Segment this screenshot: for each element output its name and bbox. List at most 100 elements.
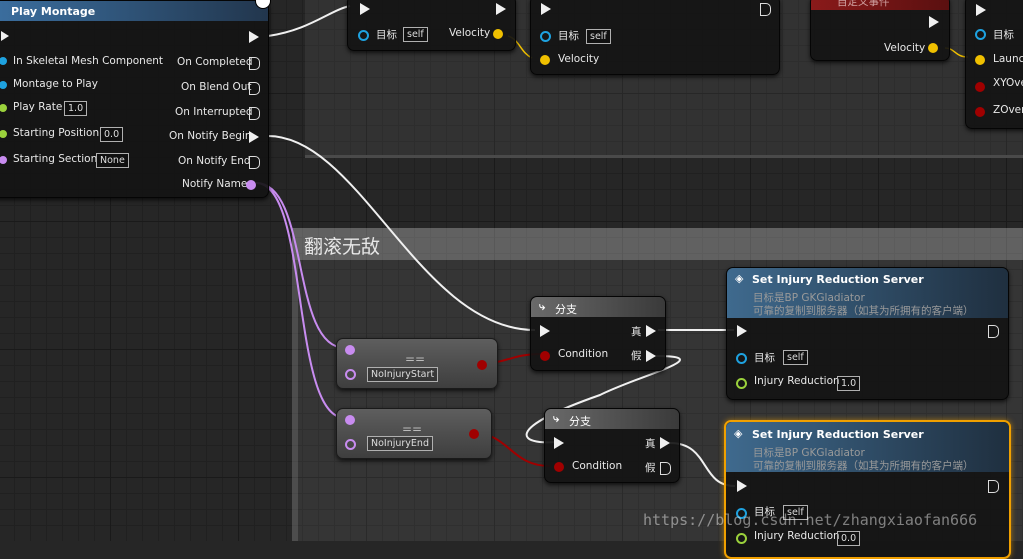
injury-reduction-field[interactable]: 0.0 (837, 531, 861, 546)
branch-icon: ⤷ (553, 412, 560, 425)
branch-node[interactable]: ⤷ 分支 真 Condition 假 (530, 296, 666, 371)
target-field[interactable]: self (783, 350, 808, 365)
exec-out-pin[interactable] (249, 107, 260, 120)
launch-character-node[interactable]: 目标 Launch XYOverr ZOverr (965, 0, 1023, 129)
node-replication-note: 可靠的复制到服务器（如其为所拥有的客户端） (753, 305, 974, 317)
name-wire (255, 182, 346, 349)
on-blend-out-label: On Blend Out (181, 81, 252, 93)
custom-event-node[interactable]: 自定义事件 Velocity (810, 0, 950, 61)
target-label: 目标 (558, 30, 579, 42)
bool-pin[interactable] (540, 351, 550, 361)
node-title: Set Injury Reduction Server (752, 428, 924, 441)
object-pin[interactable] (0, 81, 7, 89)
target-label: 目标 (754, 352, 775, 364)
exec-in-pin[interactable] (976, 4, 986, 16)
set-injury-reduction-node[interactable]: ◈ Set Injury Reduction Server 目标是BP GKGl… (726, 267, 1009, 400)
name-pin[interactable] (246, 180, 256, 190)
bool-pin[interactable] (975, 82, 985, 92)
name-pin[interactable] (345, 345, 355, 355)
float-pin[interactable] (736, 378, 747, 389)
name-field[interactable]: NoInjuryStart (367, 367, 439, 382)
exec-out-pin[interactable] (249, 131, 259, 143)
vector-pin[interactable] (540, 55, 550, 65)
exec-in-pin[interactable] (360, 3, 370, 15)
float-pin[interactable] (736, 533, 747, 544)
vector-pin[interactable] (975, 55, 985, 65)
name-pin[interactable] (345, 369, 356, 380)
name-pin[interactable] (345, 439, 356, 450)
exec-in-pin[interactable] (554, 437, 564, 449)
play-rate-field[interactable]: 1.0 (64, 101, 88, 116)
node-title: Set Injury Reduction Server (752, 273, 924, 286)
target-field[interactable]: self (403, 27, 428, 42)
false-exec-pin[interactable] (660, 462, 671, 475)
exec-out-pin[interactable] (249, 156, 260, 169)
vector-pin[interactable] (493, 29, 503, 39)
node-title: 分支 (569, 415, 591, 428)
injury-reduction-label: Injury Reduction (754, 375, 840, 387)
target-label: 目标 (993, 29, 1014, 41)
exec-out-pin[interactable] (988, 480, 999, 493)
equal-symbol: == (405, 352, 426, 366)
float-pin[interactable] (0, 104, 7, 112)
branch-icon: ⤷ (539, 300, 546, 313)
name-pin[interactable] (0, 156, 7, 164)
true-exec-pin[interactable] (660, 437, 670, 449)
exec-in-pin[interactable] (737, 480, 747, 492)
vector-pin[interactable] (928, 43, 938, 53)
exec-in-pin[interactable] (1, 31, 9, 41)
name-field[interactable]: NoInjuryEnd (367, 436, 433, 451)
exec-out-pin[interactable] (249, 57, 260, 70)
object-pin[interactable] (358, 30, 369, 41)
xy-override-label: XYOverr (993, 77, 1023, 89)
name-pin[interactable] (345, 415, 355, 425)
exec-out-pin[interactable] (249, 82, 260, 95)
on-completed-label: On Completed (177, 56, 253, 68)
exec-out-pin[interactable] (988, 325, 999, 338)
equal-symbol: == (402, 422, 423, 436)
launch-velocity-label: Launch (993, 53, 1023, 65)
equal-name-node[interactable]: == NoInjuryStart (336, 338, 498, 389)
exec-out-pin[interactable] (760, 3, 771, 16)
object-pin[interactable] (540, 31, 551, 42)
montage-to-play-label: Montage to Play (13, 78, 98, 90)
starting-position-label: Starting Position (13, 127, 100, 139)
object-pin[interactable] (736, 353, 747, 364)
injury-reduction-label: Injury Reduction (754, 530, 840, 542)
exec-out-pin[interactable] (249, 31, 259, 43)
equal-name-node[interactable]: == NoInjuryEnd (336, 408, 492, 459)
velocity-label: Velocity (884, 42, 926, 54)
true-label: 真 (645, 438, 656, 450)
bool-out-pin[interactable] (477, 360, 487, 370)
exec-out-pin[interactable] (496, 3, 506, 15)
exec-out-pin[interactable] (929, 16, 939, 28)
bool-out-pin[interactable] (469, 429, 479, 439)
z-override-label: ZOverr (993, 104, 1023, 116)
target-field[interactable]: self (586, 29, 611, 44)
play-montage-node[interactable]: Play Montage In Skeletal Mesh Component … (0, 0, 271, 198)
injury-reduction-field[interactable]: 1.0 (837, 376, 861, 391)
node-header (531, 297, 665, 317)
branch-node[interactable]: ⤷ 分支 真 Condition 假 (544, 408, 680, 483)
set-injury-reduction-node-selected[interactable]: ◈ Set Injury Reduction Server 目标是BP GKGl… (724, 420, 1011, 559)
starting-position-field[interactable]: 0.0 (100, 127, 124, 142)
float-pin[interactable] (0, 130, 7, 138)
condition-label: Condition (558, 348, 609, 360)
object-pin[interactable] (0, 57, 7, 65)
bool-pin[interactable] (975, 107, 985, 117)
starting-section-label: Starting Section (13, 153, 98, 165)
velocity-label: Velocity (558, 53, 600, 65)
object-pin[interactable] (975, 29, 986, 40)
false-exec-pin[interactable] (646, 350, 656, 362)
starting-section-field[interactable]: None (96, 153, 129, 168)
exec-in-pin[interactable] (541, 3, 551, 15)
exec-in-pin[interactable] (540, 325, 550, 337)
get-velocity-node[interactable]: 目标 self Velocity (347, 0, 516, 51)
node-replication-note: 可靠的复制到服务器（如其为所拥有的客户端） (753, 460, 974, 472)
true-exec-pin[interactable] (646, 325, 656, 337)
exec-in-pin[interactable] (737, 325, 747, 337)
function-icon: ◈ (735, 272, 744, 285)
on-notify-begin-label: On Notify Begin (169, 130, 252, 142)
print-velocity-node[interactable]: 目标 self Velocity (530, 0, 780, 75)
bool-pin[interactable] (554, 462, 564, 472)
